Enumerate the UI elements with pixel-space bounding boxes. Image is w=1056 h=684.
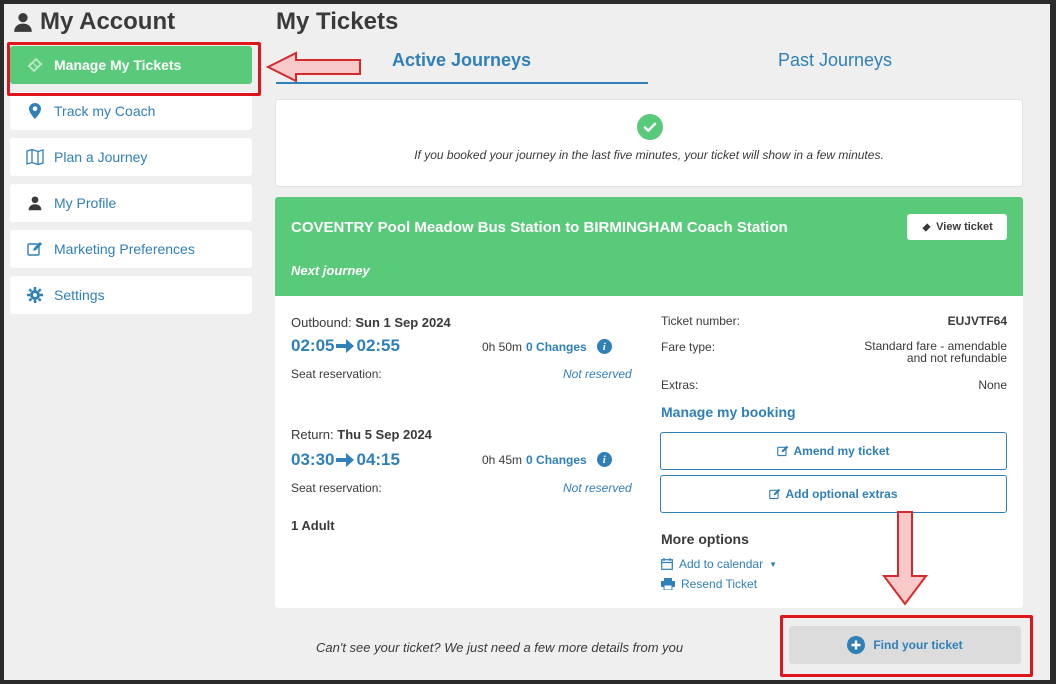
extras-label: Extras:	[661, 378, 699, 392]
add-to-calendar-link[interactable]: Add to calendar ▼	[661, 557, 777, 571]
return-duration-row: 0h 45m 0 Changes i	[482, 452, 612, 467]
resend-ticket-label: Resend Ticket	[681, 577, 758, 591]
active-tab-underline	[276, 82, 648, 84]
outbound-seat-label: Seat reservation:	[291, 367, 382, 381]
fare-type: Standard fare - amendable and not refund…	[864, 340, 1007, 364]
outbound-depart: 02:05	[291, 336, 335, 355]
extras-value: None	[978, 378, 1007, 392]
sidebar-item-settings[interactable]: Settings	[10, 276, 252, 314]
add-to-calendar-label: Add to calendar	[679, 557, 764, 571]
user-icon	[14, 12, 32, 32]
sidebar-item-label: My Profile	[54, 195, 117, 211]
ticket-number-label: Ticket number:	[661, 314, 740, 328]
caret-down-icon: ▼	[769, 559, 777, 569]
info-message: If you booked your journey in the last f…	[414, 148, 884, 162]
sidebar-item-plan-journey[interactable]: Plan a Journey	[10, 138, 252, 176]
outbound-date: Sun 1 Sep 2024	[355, 315, 451, 330]
outbound-times: 02:05 02:55	[291, 336, 400, 356]
tab-active-journeys[interactable]: Active Journeys	[392, 50, 531, 71]
sidebar-item-marketing-preferences[interactable]: Marketing Preferences	[10, 230, 252, 268]
check-icon	[637, 114, 663, 140]
amend-ticket-label: Amend my ticket	[793, 444, 890, 458]
outbound-arrive: 02:55	[356, 336, 400, 355]
return-seat-value: Not reserved	[563, 481, 632, 495]
printer-icon	[661, 578, 675, 590]
ticket-icon	[922, 222, 931, 232]
arrow-right-icon	[336, 453, 355, 467]
info-icon[interactable]: i	[596, 452, 612, 467]
highlight-box-find-ticket	[780, 615, 1033, 677]
resend-ticket-link[interactable]: Resend Ticket	[661, 577, 757, 591]
view-ticket-button[interactable]: View ticket	[907, 214, 1007, 240]
return-row: Return: Thu 5 Sep 2024	[291, 427, 432, 442]
edit-icon	[26, 241, 44, 257]
info-card: If you booked your journey in the last f…	[275, 99, 1023, 187]
next-journey-label: Next journey	[291, 263, 370, 278]
add-extras-label: Add optional extras	[785, 487, 898, 501]
down-arrow-annotation	[882, 511, 928, 606]
return-changes[interactable]: 0 Changes	[526, 453, 587, 467]
journey-header: COVENTRY Pool Meadow Bus Station to BIRM…	[275, 197, 1023, 296]
return-times: 03:30 04:15	[291, 450, 400, 470]
calendar-icon	[661, 558, 673, 570]
edit-icon	[769, 488, 781, 500]
map-icon	[26, 149, 44, 165]
return-seat-label: Seat reservation:	[291, 481, 382, 495]
sidebar-item-label: Track my Coach	[54, 103, 156, 119]
outbound-duration-row: 0h 50m 0 Changes i	[482, 339, 612, 354]
return-duration: 0h 45m	[482, 452, 523, 467]
sidebar-item-track-coach[interactable]: Track my Coach	[10, 92, 252, 130]
journey-route: COVENTRY Pool Meadow Bus Station to BIRM…	[291, 219, 788, 236]
info-icon[interactable]: i	[596, 339, 612, 354]
account-title-text: My Account	[40, 8, 176, 35]
arrow-right-icon	[336, 339, 355, 353]
sidebar-item-label: Marketing Preferences	[54, 241, 195, 257]
outbound-seat-value: Not reserved	[563, 367, 632, 381]
tab-past-journeys[interactable]: Past Journeys	[778, 50, 892, 71]
outbound-row: Outbound: Sun 1 Sep 2024	[291, 315, 451, 330]
add-extras-button[interactable]: Add optional extras	[660, 475, 1007, 513]
fare-type-label: Fare type:	[661, 340, 716, 354]
manage-booking-heading: Manage my booking	[661, 404, 796, 420]
sidebar-item-label: Plan a Journey	[54, 149, 148, 165]
gear-icon	[26, 287, 44, 303]
outbound-changes[interactable]: 0 Changes	[526, 340, 587, 354]
highlight-box-manage-tickets	[7, 42, 261, 96]
outbound-duration: 0h 50m	[482, 339, 523, 354]
left-arrow-annotation	[266, 51, 361, 83]
fare-type-line2: and not refundable	[906, 351, 1007, 365]
cant-see-ticket-text: Can't see your ticket? We just need a fe…	[316, 640, 684, 655]
outbound-label: Outbound:	[291, 315, 352, 330]
map-pin-icon	[26, 103, 44, 119]
return-date: Thu 5 Sep 2024	[337, 427, 432, 442]
account-title: My Account	[12, 8, 175, 36]
amend-ticket-button[interactable]: Amend my ticket	[660, 432, 1007, 470]
return-arrive: 04:15	[356, 450, 400, 469]
sidebar-item-label: Settings	[54, 287, 105, 303]
passengers: 1 Adult	[291, 518, 335, 533]
sidebar-item-my-profile[interactable]: My Profile	[10, 184, 252, 222]
page-title: My Tickets	[276, 8, 399, 35]
edit-icon	[777, 445, 789, 457]
more-options-heading: More options	[661, 531, 749, 547]
return-label: Return:	[291, 427, 334, 442]
return-depart: 03:30	[291, 450, 335, 469]
ticket-number: EUJVTF64	[947, 314, 1007, 328]
view-ticket-label: View ticket	[936, 221, 993, 233]
user-icon	[26, 195, 44, 211]
